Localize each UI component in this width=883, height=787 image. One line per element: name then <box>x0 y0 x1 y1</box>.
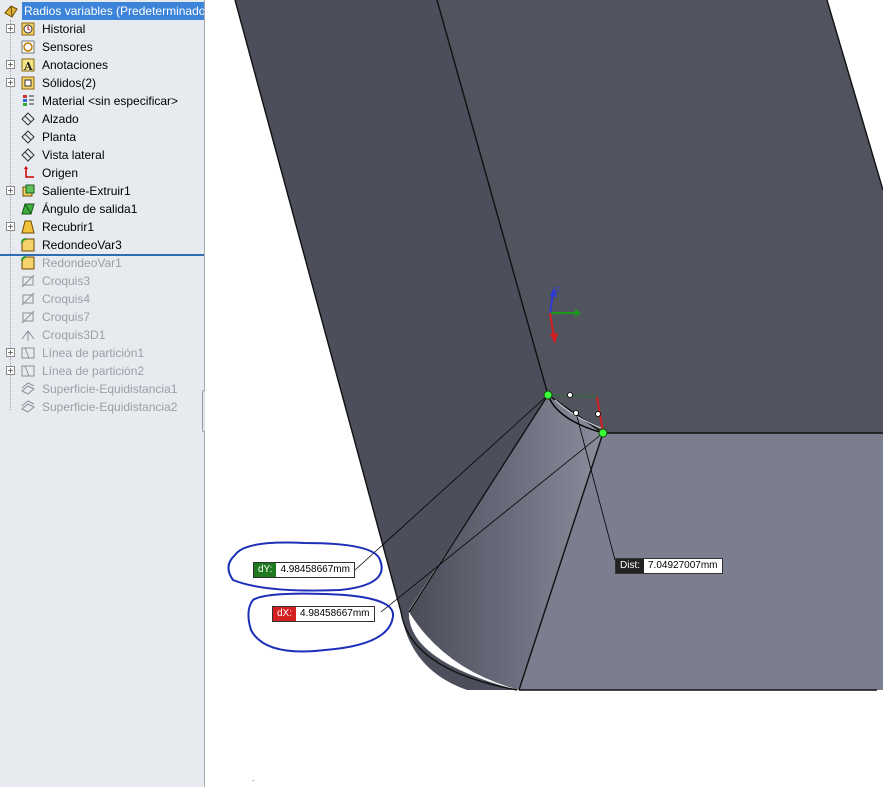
tree-item-label: Radios variables (Predeterminado <box>22 2 204 20</box>
model-view: Z ˙ <box>227 0 883 787</box>
loft-icon <box>20 219 36 235</box>
tree-item-label: Superficie-Equidistancia1 <box>42 382 178 396</box>
tree-item-alzado[interactable]: Alzado <box>0 110 204 128</box>
expand-toggle-icon[interactable]: + <box>6 78 15 87</box>
tree-item-label: Material <sin especificar> <box>42 94 179 108</box>
plane-icon <box>20 129 36 145</box>
tree-item-saliente-extruir1[interactable]: + Saliente-Extruir1 <box>0 182 204 200</box>
sketch-icon <box>20 291 36 307</box>
dy-value: 4.98458667mm <box>280 564 350 575</box>
measure-handle <box>595 411 601 417</box>
fillet-icon <box>20 237 36 253</box>
expand-toggle-icon[interactable]: + <box>6 60 15 69</box>
draft-icon <box>20 201 36 217</box>
extrude-icon <box>20 183 36 199</box>
origin-icon <box>20 165 36 181</box>
material-icon <box>20 93 36 109</box>
tree-item-croquis4[interactable]: Croquis4 <box>0 290 204 308</box>
expand-toggle-icon[interactable]: + <box>6 24 15 33</box>
tree-item-label: Línea de partición1 <box>42 346 145 360</box>
tree-item-label: Planta <box>42 130 77 144</box>
svg-text:Z: Z <box>555 286 560 294</box>
tree-item-label: Sólidos(2) <box>42 76 97 90</box>
dy-readout: dY: 4.98458667mm <box>253 562 355 578</box>
tree-item-label: Croquis3 <box>42 274 91 288</box>
tree-item-label: RedondeoVar1 <box>42 256 122 270</box>
tree-item-label: Saliente-Extruir1 <box>42 184 131 198</box>
tree-item-linea-de-particion2[interactable]: + Línea de partición2 <box>0 362 204 380</box>
tree-item-croquis3[interactable]: Croquis3 <box>0 272 204 290</box>
rollback-bar[interactable] <box>0 254 204 256</box>
expand-toggle-icon[interactable]: + <box>6 222 15 231</box>
tree-item-linea-de-particion1[interactable]: + Línea de partición1 <box>0 344 204 362</box>
tree-item-label: RedondeoVar3 <box>42 238 122 252</box>
dy-key: dY: <box>254 563 277 577</box>
tree-item-vista-lateral[interactable]: Vista lateral <box>0 146 204 164</box>
offset-surface-icon <box>20 399 36 415</box>
graphics-viewport[interactable]: Z ˙ dY: 4.98458667mm dX: 4.98458667mm Dist… <box>205 0 883 787</box>
fillet-icon <box>20 255 36 271</box>
expand-toggle-icon[interactable]: + <box>6 186 15 195</box>
tree-item-label: Croquis3D1 <box>42 328 106 342</box>
measure-point-end <box>598 428 608 438</box>
tree-item-croquis3d1[interactable]: Croquis3D1 <box>0 326 204 344</box>
tree-item-anotaciones[interactable]: + A Anotaciones <box>0 56 204 74</box>
tree-item-origen[interactable]: Origen <box>0 164 204 182</box>
tree-item-material-sin-especificar[interactable]: Material <sin especificar> <box>0 92 204 110</box>
measure-handle <box>573 410 579 416</box>
tree-item-superficie-equidistancia1[interactable]: Superficie-Equidistancia1 <box>0 380 204 398</box>
measure-handle <box>567 392 573 398</box>
tree-item-solidos-2[interactable]: + Sólidos(2) <box>0 74 204 92</box>
tree-item-label: Croquis7 <box>42 310 91 324</box>
hand-drawn-highlight <box>227 541 395 653</box>
split-line-icon <box>20 345 36 361</box>
split-line-icon <box>20 363 36 379</box>
tree-item-redondeovar1[interactable]: RedondeoVar1 <box>0 254 204 272</box>
tree-item-planta[interactable]: Planta <box>0 128 204 146</box>
history-icon <box>20 21 36 37</box>
svg-text:A: A <box>23 60 33 73</box>
tree-item-label: Vista lateral <box>42 148 105 162</box>
tree-item-angulo-de-salida1[interactable]: Ángulo de salida1 <box>0 200 204 218</box>
dist-readout: Dist: 7.04927007mm <box>615 558 723 574</box>
tree-item-label: Superficie-Equidistancia2 <box>42 400 178 414</box>
sketch-icon <box>20 309 36 325</box>
expand-toggle-icon[interactable]: + <box>6 366 15 375</box>
annotation-icon: A <box>20 57 36 73</box>
dx-key: dX: <box>273 607 297 621</box>
sketch3d-icon <box>20 327 36 343</box>
tree-item-recubrir1[interactable]: + Recubrir1 <box>0 218 204 236</box>
tree-item-label: Recubrir1 <box>42 220 95 234</box>
plane-icon <box>20 111 36 127</box>
tree-item-radios-variables-predeterminado[interactable]: Radios variables (Predeterminado <box>0 2 204 20</box>
solid-bodies-icon <box>20 75 36 91</box>
tree-item-label: Croquis4 <box>42 292 91 306</box>
tree-item-label: Línea de partición2 <box>42 364 145 378</box>
dx-value: 4.98458667mm <box>300 608 370 619</box>
sensor-icon <box>20 39 36 55</box>
tree-item-label: Alzado <box>42 112 79 126</box>
tree-item-historial[interactable]: + Historial <box>0 20 204 38</box>
tree-item-label: Historial <box>42 22 86 36</box>
dx-readout: dX: 4.98458667mm <box>272 606 375 622</box>
plane-icon <box>20 147 36 163</box>
tree-item-sensores[interactable]: Sensores <box>0 38 204 56</box>
tree-item-label: Origen <box>42 166 79 180</box>
tree-item-superficie-equidistancia2[interactable]: Superficie-Equidistancia2 <box>0 398 204 416</box>
tree-item-label: Ángulo de salida1 <box>42 202 138 216</box>
sketch-icon <box>20 273 36 289</box>
dist-key: Dist: <box>616 559 644 573</box>
part-icon <box>3 3 19 19</box>
tree-item-croquis7[interactable]: Croquis7 <box>0 308 204 326</box>
stray-mark: ˙ <box>251 780 256 787</box>
tree-item-label: Sensores <box>42 40 93 54</box>
feature-manager-tree: Radios variables (Predeterminado + Histori… <box>0 0 205 787</box>
tree-item-label: Anotaciones <box>42 58 109 72</box>
dist-value: 7.04927007mm <box>648 560 718 571</box>
expand-toggle-icon[interactable]: + <box>6 348 15 357</box>
offset-surface-icon <box>20 381 36 397</box>
tree-item-redondeovar3[interactable]: RedondeoVar3 <box>0 236 204 254</box>
measure-point-start <box>543 390 553 400</box>
